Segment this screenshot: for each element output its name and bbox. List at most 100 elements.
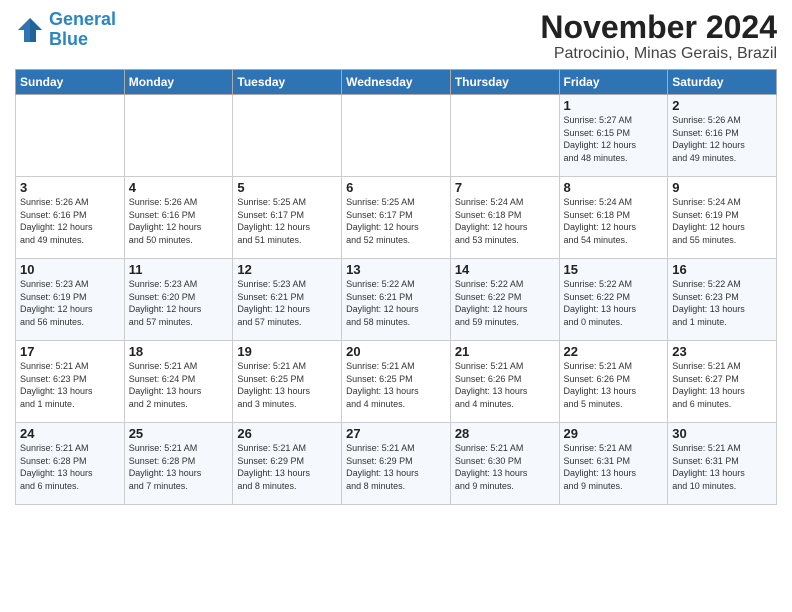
- logo-text: General Blue: [49, 10, 116, 50]
- day-info: Sunrise: 5:21 AM Sunset: 6:27 PM Dayligh…: [672, 360, 772, 410]
- week-row-4: 17Sunrise: 5:21 AM Sunset: 6:23 PM Dayli…: [16, 341, 777, 423]
- week-row-3: 10Sunrise: 5:23 AM Sunset: 6:19 PM Dayli…: [16, 259, 777, 341]
- calendar-cell: 19Sunrise: 5:21 AM Sunset: 6:25 PM Dayli…: [233, 341, 342, 423]
- day-number: 6: [346, 180, 446, 195]
- day-number: 4: [129, 180, 229, 195]
- day-info: Sunrise: 5:21 AM Sunset: 6:24 PM Dayligh…: [129, 360, 229, 410]
- logo-line1: General: [49, 9, 116, 29]
- day-number: 25: [129, 426, 229, 441]
- day-number: 21: [455, 344, 555, 359]
- day-info: Sunrise: 5:24 AM Sunset: 6:18 PM Dayligh…: [564, 196, 664, 246]
- calendar-cell: 5Sunrise: 5:25 AM Sunset: 6:17 PM Daylig…: [233, 177, 342, 259]
- day-number: 9: [672, 180, 772, 195]
- calendar-cell: 25Sunrise: 5:21 AM Sunset: 6:28 PM Dayli…: [124, 423, 233, 505]
- calendar-cell: 24Sunrise: 5:21 AM Sunset: 6:28 PM Dayli…: [16, 423, 125, 505]
- day-info: Sunrise: 5:22 AM Sunset: 6:21 PM Dayligh…: [346, 278, 446, 328]
- calendar-cell: [233, 95, 342, 177]
- calendar-cell: 14Sunrise: 5:22 AM Sunset: 6:22 PM Dayli…: [450, 259, 559, 341]
- calendar-cell: 23Sunrise: 5:21 AM Sunset: 6:27 PM Dayli…: [668, 341, 777, 423]
- day-number: 8: [564, 180, 664, 195]
- calendar-cell: 12Sunrise: 5:23 AM Sunset: 6:21 PM Dayli…: [233, 259, 342, 341]
- calendar-cell: 8Sunrise: 5:24 AM Sunset: 6:18 PM Daylig…: [559, 177, 668, 259]
- calendar-cell: 16Sunrise: 5:22 AM Sunset: 6:23 PM Dayli…: [668, 259, 777, 341]
- day-info: Sunrise: 5:23 AM Sunset: 6:21 PM Dayligh…: [237, 278, 337, 328]
- day-info: Sunrise: 5:23 AM Sunset: 6:19 PM Dayligh…: [20, 278, 120, 328]
- day-number: 10: [20, 262, 120, 277]
- calendar-cell: 2Sunrise: 5:26 AM Sunset: 6:16 PM Daylig…: [668, 95, 777, 177]
- day-number: 1: [564, 98, 664, 113]
- day-info: Sunrise: 5:21 AM Sunset: 6:29 PM Dayligh…: [237, 442, 337, 492]
- day-info: Sunrise: 5:21 AM Sunset: 6:30 PM Dayligh…: [455, 442, 555, 492]
- calendar-cell: 18Sunrise: 5:21 AM Sunset: 6:24 PM Dayli…: [124, 341, 233, 423]
- day-info: Sunrise: 5:22 AM Sunset: 6:22 PM Dayligh…: [455, 278, 555, 328]
- calendar-cell: [450, 95, 559, 177]
- calendar-cell: 7Sunrise: 5:24 AM Sunset: 6:18 PM Daylig…: [450, 177, 559, 259]
- day-info: Sunrise: 5:23 AM Sunset: 6:20 PM Dayligh…: [129, 278, 229, 328]
- day-number: 15: [564, 262, 664, 277]
- day-info: Sunrise: 5:21 AM Sunset: 6:25 PM Dayligh…: [346, 360, 446, 410]
- day-info: Sunrise: 5:25 AM Sunset: 6:17 PM Dayligh…: [237, 196, 337, 246]
- weekday-header-tuesday: Tuesday: [233, 70, 342, 95]
- logo-icon: [15, 15, 45, 45]
- weekday-header-monday: Monday: [124, 70, 233, 95]
- calendar-cell: 21Sunrise: 5:21 AM Sunset: 6:26 PM Dayli…: [450, 341, 559, 423]
- day-number: 14: [455, 262, 555, 277]
- calendar-cell: 28Sunrise: 5:21 AM Sunset: 6:30 PM Dayli…: [450, 423, 559, 505]
- week-row-5: 24Sunrise: 5:21 AM Sunset: 6:28 PM Dayli…: [16, 423, 777, 505]
- day-info: Sunrise: 5:24 AM Sunset: 6:18 PM Dayligh…: [455, 196, 555, 246]
- day-info: Sunrise: 5:21 AM Sunset: 6:26 PM Dayligh…: [455, 360, 555, 410]
- day-info: Sunrise: 5:26 AM Sunset: 6:16 PM Dayligh…: [20, 196, 120, 246]
- calendar-cell: 17Sunrise: 5:21 AM Sunset: 6:23 PM Dayli…: [16, 341, 125, 423]
- calendar-cell: 3Sunrise: 5:26 AM Sunset: 6:16 PM Daylig…: [16, 177, 125, 259]
- week-row-1: 1Sunrise: 5:27 AM Sunset: 6:15 PM Daylig…: [16, 95, 777, 177]
- day-number: 17: [20, 344, 120, 359]
- month-title: November 2024: [540, 10, 777, 45]
- calendar-cell: 11Sunrise: 5:23 AM Sunset: 6:20 PM Dayli…: [124, 259, 233, 341]
- day-number: 22: [564, 344, 664, 359]
- day-number: 28: [455, 426, 555, 441]
- day-number: 18: [129, 344, 229, 359]
- day-number: 12: [237, 262, 337, 277]
- title-area: November 2024 Patrocinio, Minas Gerais, …: [540, 10, 777, 63]
- day-info: Sunrise: 5:21 AM Sunset: 6:26 PM Dayligh…: [564, 360, 664, 410]
- day-info: Sunrise: 5:21 AM Sunset: 6:28 PM Dayligh…: [129, 442, 229, 492]
- day-info: Sunrise: 5:27 AM Sunset: 6:15 PM Dayligh…: [564, 114, 664, 164]
- calendar-cell: [342, 95, 451, 177]
- logo-line2: Blue: [49, 29, 88, 49]
- calendar-cell: [124, 95, 233, 177]
- day-info: Sunrise: 5:21 AM Sunset: 6:31 PM Dayligh…: [564, 442, 664, 492]
- header: General Blue November 2024 Patrocinio, M…: [15, 10, 777, 63]
- day-number: 23: [672, 344, 772, 359]
- calendar-cell: 15Sunrise: 5:22 AM Sunset: 6:22 PM Dayli…: [559, 259, 668, 341]
- calendar-cell: 4Sunrise: 5:26 AM Sunset: 6:16 PM Daylig…: [124, 177, 233, 259]
- day-info: Sunrise: 5:21 AM Sunset: 6:23 PM Dayligh…: [20, 360, 120, 410]
- day-number: 5: [237, 180, 337, 195]
- day-number: 13: [346, 262, 446, 277]
- logo-area: General Blue: [15, 10, 116, 50]
- day-info: Sunrise: 5:26 AM Sunset: 6:16 PM Dayligh…: [672, 114, 772, 164]
- day-number: 2: [672, 98, 772, 113]
- day-number: 7: [455, 180, 555, 195]
- weekday-header-sunday: Sunday: [16, 70, 125, 95]
- calendar-cell: 1Sunrise: 5:27 AM Sunset: 6:15 PM Daylig…: [559, 95, 668, 177]
- calendar-cell: 10Sunrise: 5:23 AM Sunset: 6:19 PM Dayli…: [16, 259, 125, 341]
- page: General Blue November 2024 Patrocinio, M…: [0, 0, 792, 515]
- day-info: Sunrise: 5:21 AM Sunset: 6:25 PM Dayligh…: [237, 360, 337, 410]
- calendar-cell: 27Sunrise: 5:21 AM Sunset: 6:29 PM Dayli…: [342, 423, 451, 505]
- day-number: 27: [346, 426, 446, 441]
- calendar-cell: 22Sunrise: 5:21 AM Sunset: 6:26 PM Dayli…: [559, 341, 668, 423]
- day-number: 24: [20, 426, 120, 441]
- day-number: 26: [237, 426, 337, 441]
- day-number: 30: [672, 426, 772, 441]
- day-info: Sunrise: 5:26 AM Sunset: 6:16 PM Dayligh…: [129, 196, 229, 246]
- weekday-header-wednesday: Wednesday: [342, 70, 451, 95]
- weekday-header-saturday: Saturday: [668, 70, 777, 95]
- calendar-cell: 29Sunrise: 5:21 AM Sunset: 6:31 PM Dayli…: [559, 423, 668, 505]
- weekday-header-friday: Friday: [559, 70, 668, 95]
- calendar-cell: 6Sunrise: 5:25 AM Sunset: 6:17 PM Daylig…: [342, 177, 451, 259]
- day-number: 19: [237, 344, 337, 359]
- day-number: 16: [672, 262, 772, 277]
- calendar-table: SundayMondayTuesdayWednesdayThursdayFrid…: [15, 69, 777, 505]
- calendar-cell: 20Sunrise: 5:21 AM Sunset: 6:25 PM Dayli…: [342, 341, 451, 423]
- day-info: Sunrise: 5:21 AM Sunset: 6:28 PM Dayligh…: [20, 442, 120, 492]
